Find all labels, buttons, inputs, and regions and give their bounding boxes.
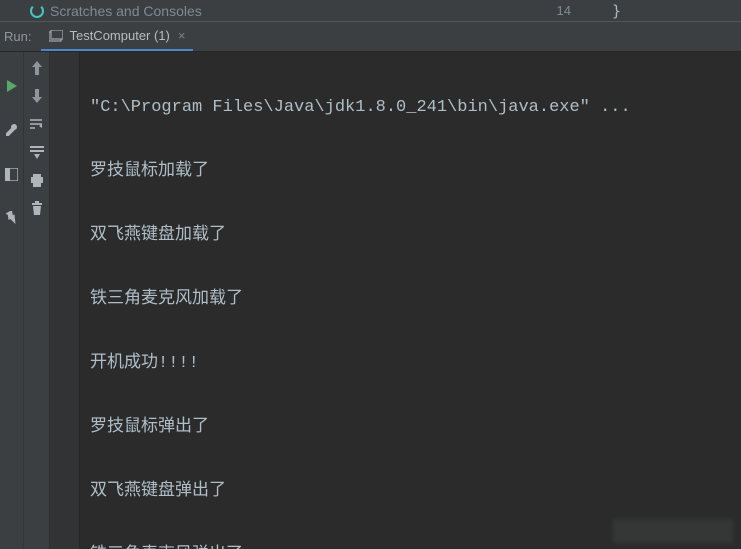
scratches-label[interactable]: Scratches and Consoles <box>50 3 202 19</box>
console-output[interactable]: "C:\Program Files\Java\jdk1.8.0_241\bin\… <box>80 52 741 549</box>
run-toolwindow-header: Run: TestComputer (1) × <box>0 22 741 52</box>
console-line: 罗技鼠标弹出了 <box>90 412 731 444</box>
layout-icon[interactable] <box>2 164 22 184</box>
pin-icon[interactable] <box>2 208 22 228</box>
console-line: 双飞燕键盘加载了 <box>90 220 731 252</box>
scroll-up-icon[interactable] <box>27 58 47 78</box>
far-left-toolbar <box>0 52 24 549</box>
run-toolwindow-body: "C:\Program Files\Java\jdk1.8.0_241\bin\… <box>0 52 741 549</box>
project-tree-row: Scratches and Consoles 14 } <box>0 0 741 22</box>
run-icon[interactable] <box>2 76 22 96</box>
scratches-icon <box>30 4 44 18</box>
code-brace: } <box>612 2 621 20</box>
scroll-down-icon[interactable] <box>27 86 47 106</box>
console-line: 开机成功!!!! <box>90 348 731 380</box>
command-line: "C:\Program Files\Java\jdk1.8.0_241\bin\… <box>90 92 731 124</box>
console-line: 罗技鼠标加载了 <box>90 156 731 188</box>
line-number: 14 <box>557 3 571 18</box>
run-side-toolbar <box>24 52 50 549</box>
print-icon[interactable] <box>27 170 47 190</box>
console-gutter <box>50 52 80 549</box>
watermark-smudge <box>613 519 733 543</box>
soft-wrap-icon[interactable] <box>27 114 47 134</box>
run-tab[interactable]: TestComputer (1) × <box>41 22 193 51</box>
run-label: Run: <box>0 29 41 44</box>
scroll-to-end-icon[interactable] <box>27 142 47 162</box>
close-icon[interactable]: × <box>178 28 186 43</box>
run-tab-title: TestComputer (1) <box>69 28 169 43</box>
run-config-icon <box>49 30 63 42</box>
wrench-icon[interactable] <box>2 120 22 140</box>
trash-icon[interactable] <box>27 198 47 218</box>
console-line: 双飞燕键盘弹出了 <box>90 476 731 508</box>
console-line: 铁三角麦克风加载了 <box>90 284 731 316</box>
